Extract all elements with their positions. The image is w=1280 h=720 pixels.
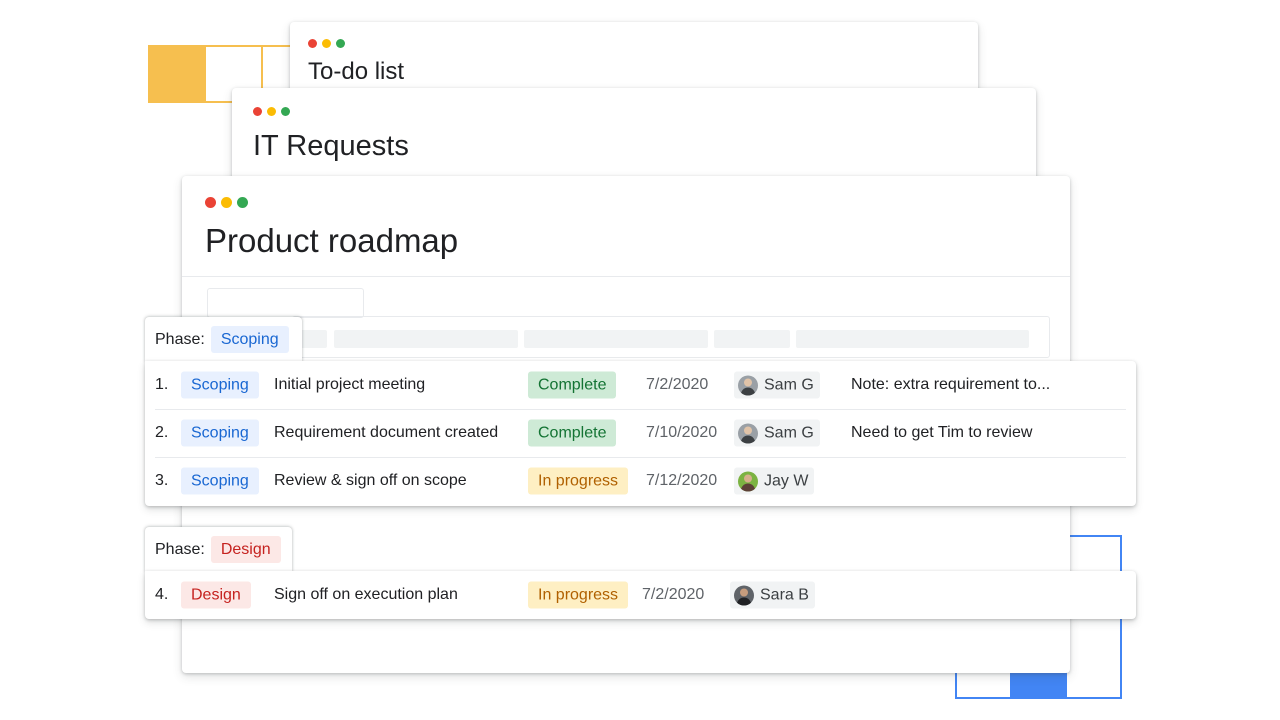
task-name[interactable]: Review & sign off on scope bbox=[274, 472, 467, 490]
toolbar-placeholder bbox=[207, 288, 364, 318]
close-dot-icon bbox=[205, 197, 216, 208]
header-skeleton bbox=[334, 330, 518, 348]
table-row[interactable]: 4. Design Sign off on execution plan In … bbox=[145, 571, 1136, 619]
table-row[interactable]: 3. Scoping Review & sign off on scope In… bbox=[145, 457, 1136, 505]
maximize-dot-icon bbox=[237, 197, 248, 208]
row-number: 4. bbox=[155, 586, 169, 603]
task-name[interactable]: Sign off on execution plan bbox=[274, 586, 458, 604]
page-title: Product roadmap bbox=[205, 222, 459, 259]
minimize-dot-icon bbox=[221, 197, 232, 208]
maximize-dot-icon bbox=[336, 39, 345, 48]
phase-chip[interactable]: Scoping bbox=[181, 371, 259, 399]
close-dot-icon bbox=[308, 39, 317, 48]
phase-chip[interactable]: Scoping bbox=[181, 419, 259, 447]
assignee-name: Sam G bbox=[764, 424, 814, 441]
note-text[interactable]: Need to get Tim to review bbox=[851, 424, 1032, 442]
note-text[interactable]: Note: extra requirement to... bbox=[851, 376, 1050, 394]
status-badge[interactable]: In progress bbox=[528, 467, 629, 495]
header-skeleton bbox=[524, 330, 708, 348]
assignee-name: Sara B bbox=[760, 586, 809, 603]
phase-chip[interactable]: Scoping bbox=[210, 326, 289, 353]
due-date[interactable]: 7/2/2020 bbox=[642, 586, 704, 604]
due-date[interactable]: 7/10/2020 bbox=[646, 424, 717, 442]
header-skeleton bbox=[714, 330, 790, 348]
phase-label: Phase: bbox=[155, 330, 205, 348]
assignee-name: Jay W bbox=[764, 472, 809, 489]
avatar bbox=[738, 423, 758, 443]
phase-group-design: 4. Design Sign off on execution plan In … bbox=[145, 571, 1136, 619]
phase-chip[interactable]: Design bbox=[210, 536, 281, 563]
status-badge[interactable]: In progress bbox=[528, 581, 629, 609]
avatar bbox=[738, 375, 758, 395]
assignee-name: Sam G bbox=[764, 376, 814, 393]
table-header-placeholder bbox=[291, 316, 1050, 358]
assignee-chip[interactable]: Sam G bbox=[734, 419, 820, 447]
table-row[interactable]: 2. Scoping Requirement document created … bbox=[145, 409, 1136, 457]
task-name[interactable]: Initial project meeting bbox=[274, 376, 425, 394]
phase-label: Phase: bbox=[155, 540, 205, 558]
avatar bbox=[734, 585, 754, 605]
avatar bbox=[738, 471, 758, 491]
header-skeleton bbox=[796, 330, 1029, 348]
status-badge[interactable]: Complete bbox=[528, 371, 617, 399]
table-row[interactable]: 1. Scoping Initial project meeting Compl… bbox=[145, 361, 1136, 409]
assignee-chip[interactable]: Sara B bbox=[730, 581, 815, 609]
assignee-chip[interactable]: Sam G bbox=[734, 371, 820, 399]
row-number: 1. bbox=[155, 376, 169, 393]
window-controls bbox=[308, 39, 345, 48]
window-title: IT Requests bbox=[253, 130, 409, 162]
close-dot-icon bbox=[253, 107, 262, 116]
phase-group-header: Phase: Scoping bbox=[145, 317, 302, 362]
due-date[interactable]: 7/12/2020 bbox=[646, 472, 717, 490]
phase-group-header: Phase: Design bbox=[145, 527, 292, 572]
window-title: To-do list bbox=[308, 58, 405, 85]
phase-chip[interactable]: Design bbox=[181, 581, 251, 609]
due-date[interactable]: 7/2/2020 bbox=[646, 376, 708, 394]
minimize-dot-icon bbox=[322, 39, 331, 48]
minimize-dot-icon bbox=[267, 107, 276, 116]
task-name[interactable]: Requirement document created bbox=[274, 424, 498, 442]
window-controls bbox=[253, 107, 290, 116]
status-badge[interactable]: Complete bbox=[528, 419, 617, 447]
title-divider bbox=[182, 276, 1070, 277]
phase-group-scoping: 1. Scoping Initial project meeting Compl… bbox=[145, 361, 1136, 506]
row-number: 3. bbox=[155, 472, 169, 489]
maximize-dot-icon bbox=[281, 107, 290, 116]
window-controls bbox=[205, 197, 248, 208]
row-number: 2. bbox=[155, 424, 169, 441]
phase-chip[interactable]: Scoping bbox=[181, 467, 259, 495]
assignee-chip[interactable]: Jay W bbox=[734, 467, 815, 495]
